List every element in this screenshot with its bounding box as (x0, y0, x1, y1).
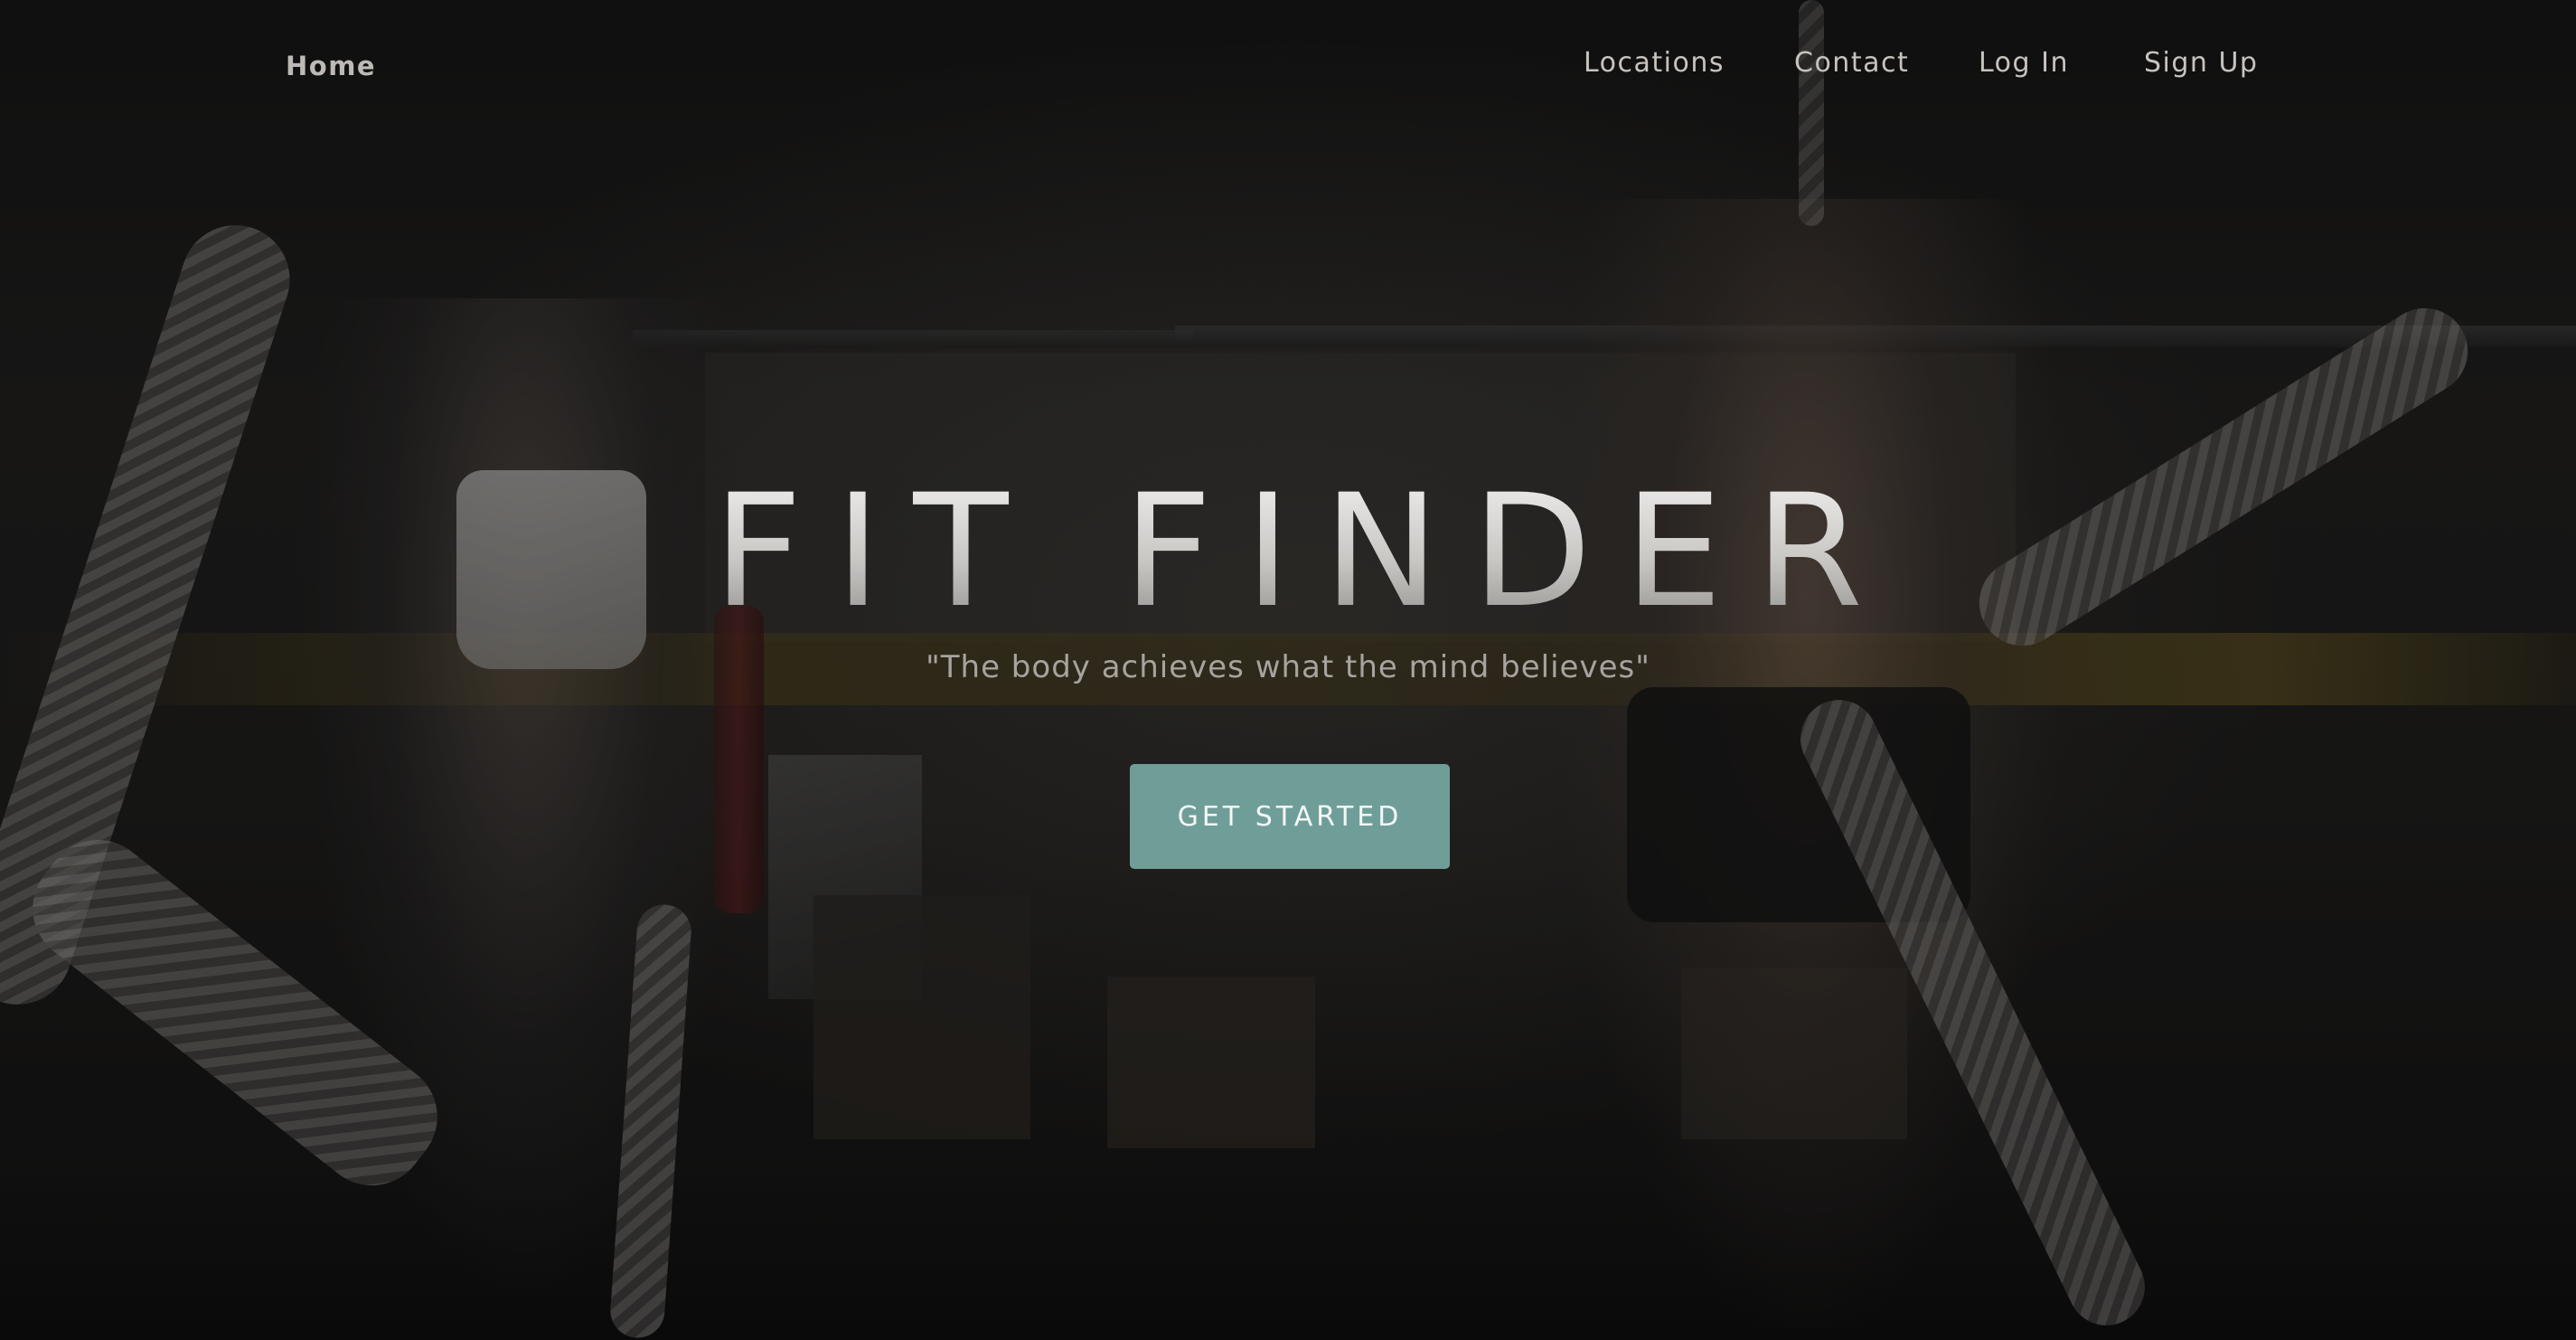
hero-tagline: "The body achieves what the mind believe… (926, 649, 1650, 685)
get-started-button[interactable]: GET STARTED (1130, 764, 1450, 869)
hero-title: FIT FINDER (0, 466, 2576, 637)
nav-login-link[interactable]: Log In (1979, 47, 2069, 79)
nav-contact-link[interactable]: Contact (1794, 47, 1909, 79)
nav-home-link[interactable]: Home (286, 51, 376, 81)
top-navigation: Home Locations Contact Log In Sign Up (0, 0, 2576, 136)
hero-section: Home Locations Contact Log In Sign Up FI… (0, 0, 2576, 1340)
nav-signup-link[interactable]: Sign Up (2144, 47, 2258, 79)
nav-locations-link[interactable]: Locations (1584, 47, 1725, 79)
